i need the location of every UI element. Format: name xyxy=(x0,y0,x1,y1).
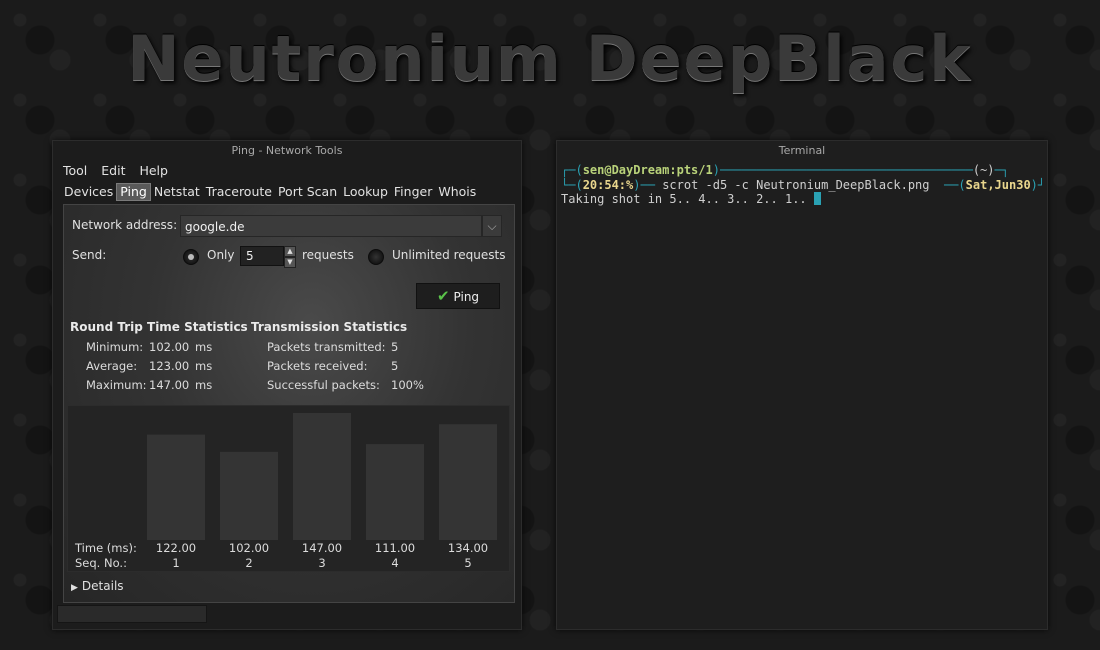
requests-count-input[interactable]: 5 xyxy=(240,246,284,266)
ping-bar-3 xyxy=(293,413,351,540)
triangle-right-icon: ▶ xyxy=(71,583,78,593)
prompt-date: Sat,Jun30 xyxy=(965,177,1031,192)
network-address-label: Network address: xyxy=(72,218,178,232)
menu-tool[interactable]: Tool xyxy=(63,163,87,178)
seq-label-2: 2 xyxy=(245,556,252,570)
tx-transmitted-label: Packets transmitted: xyxy=(267,340,386,354)
ping-bar-2 xyxy=(220,451,278,540)
chart-svg: 122.001 102.002 147.003 111.004 134.005 Time … xyxy=(74,413,497,570)
ping-button[interactable]: ✔ Ping xyxy=(416,283,500,309)
ping-window: Ping - Network Tools Tool Edit Help Devi… xyxy=(52,140,522,630)
details-label: Details xyxy=(81,579,124,593)
ping-time-chart: 122.00 1 102.00 2 147.00 3 111.00 4 134.00 5 Time … xyxy=(67,405,510,572)
terminal-title[interactable]: Terminal xyxy=(557,141,1047,161)
send-label: Send: xyxy=(72,248,107,262)
prompt-user: sen@DayDream:pts/1 xyxy=(582,163,713,177)
bar-value-label-3: 147.00 xyxy=(302,541,342,555)
prompt-dir: (~) xyxy=(972,163,995,177)
prompt-time: 20:54:% xyxy=(582,177,634,192)
bar-value-label-1: 122.00 xyxy=(156,541,196,555)
seq-label-5: 5 xyxy=(464,556,471,570)
bar-value-label-5: 134.00 xyxy=(448,541,488,555)
network-address-input[interactable]: google.de xyxy=(180,215,482,237)
tx-heading: Transmission Statistics xyxy=(251,320,408,334)
checkmark-icon: ✔ xyxy=(436,287,450,305)
rtt-min-value: 102.00 xyxy=(149,340,190,354)
seq-label-3: 3 xyxy=(318,556,325,570)
rtt-max-value: 147.00 xyxy=(149,378,190,392)
ping-panel: Network address: google.de ⌵ Send: Only … xyxy=(63,204,515,603)
tab-devices[interactable]: Devices xyxy=(61,183,116,201)
seq-label-1: 1 xyxy=(172,556,179,570)
tx-success-value: 100% xyxy=(391,378,424,392)
terminal-output[interactable]: ┌─(sen@DayDream:pts/1)──────────────────… xyxy=(561,163,1045,625)
rtt-heading: Round Trip Time Statistics xyxy=(70,320,248,334)
ping-bar-5 xyxy=(439,424,497,540)
ping-bar-4 xyxy=(366,444,424,540)
requests-label: requests xyxy=(302,248,354,262)
wallpaper-title: Neutronium DeepBlack xyxy=(127,22,973,95)
tab-finger[interactable]: Finger xyxy=(391,183,435,201)
tab-ping[interactable]: Ping xyxy=(116,183,151,201)
terminal-output-line: Taking shot in 5.. 4.. 3.. 2.. 1.. xyxy=(561,192,807,206)
menu-edit[interactable]: Edit xyxy=(101,163,125,178)
rtt-max-unit: ms xyxy=(195,378,213,392)
tx-success-label: Successful packets: xyxy=(267,378,380,392)
text-cursor xyxy=(813,192,821,205)
rtt-min-unit: ms xyxy=(195,340,213,354)
stepper-down-icon[interactable]: ▼ xyxy=(284,257,296,268)
rtt-avg-value: 123.00 xyxy=(149,359,190,373)
tab-bar: Devices Ping Netstat Traceroute Port Scan Loo… xyxy=(61,183,479,201)
menu-bar: Tool Edit Help xyxy=(63,163,178,178)
stepper-up-icon[interactable]: ▲ xyxy=(284,246,296,257)
bar-value-label-4: 111.00 xyxy=(375,541,415,555)
tab-port-scan[interactable]: Port Scan xyxy=(275,183,340,201)
tab-traceroute[interactable]: Traceroute xyxy=(203,183,275,201)
rtt-avg-label: Average: xyxy=(86,359,138,373)
ping-button-label: Ping xyxy=(453,290,480,304)
bar-value-label-2: 102.00 xyxy=(229,541,269,555)
status-bar xyxy=(57,605,207,623)
only-label: Only xyxy=(207,248,235,262)
rtt-avg-unit: ms xyxy=(195,359,213,373)
time-axis-label: Time (ms): xyxy=(74,541,137,555)
tx-received-value: 5 xyxy=(391,359,399,373)
only-radio[interactable] xyxy=(183,249,199,265)
unlimited-radio[interactable] xyxy=(368,249,384,265)
terminal-command: scrot -d5 -c Neutronium_DeepBlack.png xyxy=(662,177,930,192)
requests-stepper[interactable]: ▲ ▼ xyxy=(284,246,296,268)
chevron-down-icon[interactable]: ⌵ xyxy=(482,215,502,237)
menu-help[interactable]: Help xyxy=(139,163,168,178)
rtt-min-label: Minimum: xyxy=(86,340,144,354)
ping-window-title[interactable]: Ping - Network Tools xyxy=(53,141,521,161)
details-expander[interactable]: ▶ Details xyxy=(71,579,124,593)
tab-lookup[interactable]: Lookup xyxy=(340,183,391,201)
seq-axis-label: Seq. No.: xyxy=(75,556,127,570)
tab-whois[interactable]: Whois xyxy=(435,183,479,201)
tab-netstat[interactable]: Netstat xyxy=(151,183,203,201)
terminal-window: Terminal ┌─(sen@DayDream:pts/1)─────────… xyxy=(556,140,1048,630)
ping-bar-1 xyxy=(147,434,205,540)
tx-transmitted-value: 5 xyxy=(391,340,399,354)
unlimited-label: Unlimited requests xyxy=(392,248,506,262)
rtt-max-label: Maximum: xyxy=(86,378,147,392)
seq-label-4: 4 xyxy=(391,556,398,570)
tx-received-label: Packets received: xyxy=(267,359,368,373)
